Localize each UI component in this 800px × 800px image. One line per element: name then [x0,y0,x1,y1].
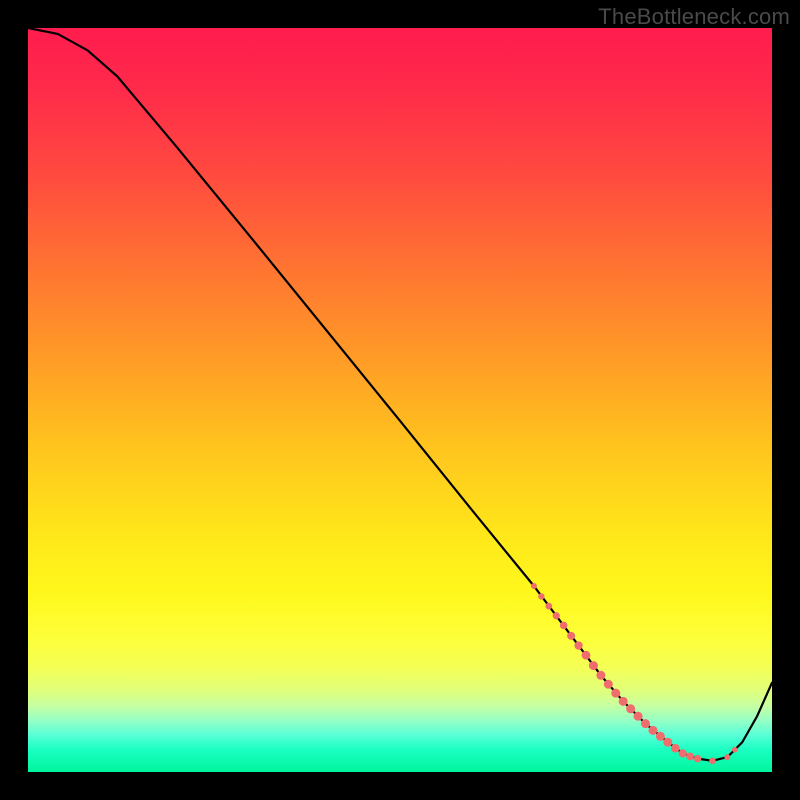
chart-svg [28,28,772,772]
data-marker [671,744,680,753]
data-marker [589,661,598,670]
data-marker [663,738,672,747]
data-marker [611,689,620,698]
chart-plot-area [28,28,772,772]
data-marker [694,755,701,762]
data-marker [619,697,628,706]
data-marker [545,603,552,610]
data-marker [648,726,657,735]
data-marker [634,712,643,721]
data-marker [686,752,694,760]
data-marker [538,593,544,599]
data-marker [641,719,650,728]
data-marker [679,749,687,757]
data-marker [553,612,560,619]
data-marker [531,583,537,589]
data-marker [574,641,582,649]
data-marker [724,754,730,760]
data-marker [582,651,591,660]
data-marker [732,747,738,753]
data-marker [626,704,635,713]
data-marker [656,732,665,741]
data-marker [567,632,575,640]
data-marker [604,680,613,689]
data-marker [596,671,605,680]
data-marker [709,758,716,765]
watermark-text: TheBottleneck.com [598,4,790,30]
data-marker [560,622,568,630]
marker-group [531,583,738,764]
curve-line [28,28,772,761]
